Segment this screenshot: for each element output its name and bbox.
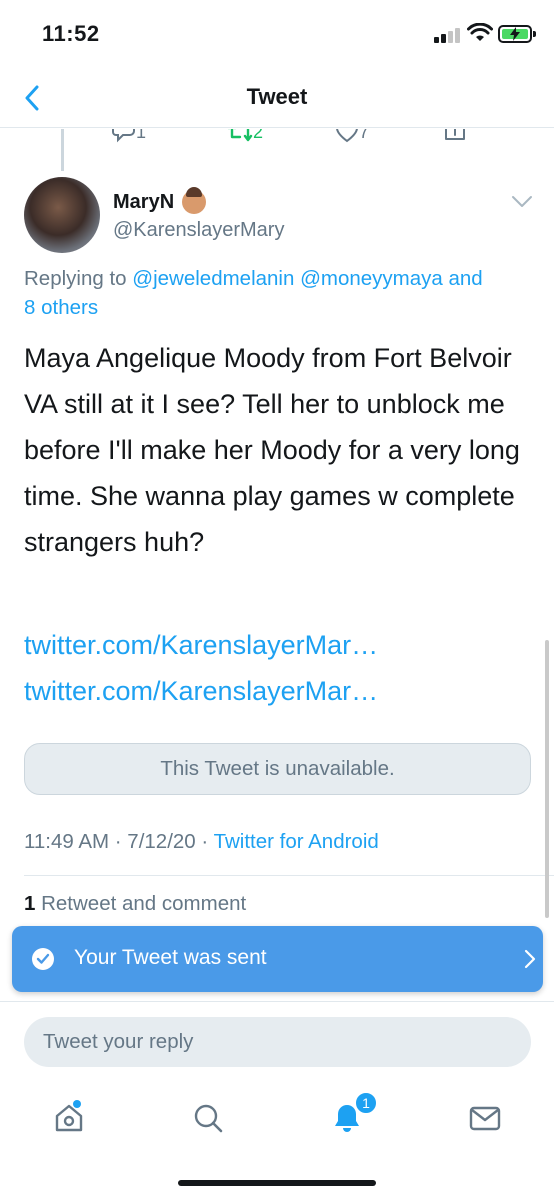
status-time: 11:52 [42,21,100,46]
battery-icon [498,25,536,43]
parent-retweet-button[interactable]: 2 [227,129,263,143]
user-handle[interactable]: @KarenslayerMary [113,219,284,242]
replying-to: Replying to @jeweledmelanin @moneyymaya … [24,264,534,322]
parent-reply-count: 1 [136,129,147,142]
home-icon [55,1104,83,1132]
home-new-dot [73,1100,81,1108]
parent-like-button[interactable]: 7 [335,129,369,143]
nav-bar: Tweet [0,70,554,128]
page-title: Tweet [246,84,308,109]
signal-icon [434,27,462,43]
tab-home[interactable] [44,1093,94,1143]
notifications-badge: 1 [354,1091,378,1115]
parent-like-count: 7 [359,129,370,142]
reply-icon [112,129,135,143]
retweet-icon [228,129,253,142]
chevron-right-icon [524,949,536,969]
emoji-face-icon [182,187,207,214]
tweet-source-link[interactable]: Twitter for Android [214,830,379,853]
replying-and[interactable]: and [443,267,483,290]
tweet-links: twitter.com/KarenslayerMar… twitter.com/… [24,622,534,714]
replying-others-link[interactable]: 8 others [24,296,98,319]
parent-tweet-actions: 1 2 7 [0,129,554,147]
reply-placeholder: Tweet your reply [43,1030,194,1053]
avatar[interactable] [24,177,100,253]
scrollbar[interactable] [545,640,549,918]
retweet-count: 1 [24,892,36,915]
tweet-sent-toast[interactable]: Your Tweet was sent [12,926,543,992]
search-icon [194,1104,223,1133]
reply-area: Tweet your reply [0,1001,554,1081]
tweet-meta: 11:49 AM · 7/12/20 · Twitter for Android [24,830,379,854]
home-indicator [178,1180,376,1186]
tweet-text: Maya Angelique Moody from Fort Belvoir V… [24,343,520,557]
divider [24,875,554,876]
retweet-label: Retweet and comment [35,892,247,915]
tweet-timestamp: 11:49 AM · 7/12/20 · [24,830,214,853]
tab-messages[interactable] [460,1093,510,1143]
like-icon [336,129,358,143]
toast-text: Your Tweet was sent [74,946,267,969]
parent-retweet-count: 2 [253,129,264,142]
display-name-text: MaryN [113,190,175,213]
parent-share-button[interactable] [443,129,467,143]
tweet-link[interactable]: twitter.com/KarenslayerMar… [24,668,534,714]
replying-users-link[interactable]: @jeweledmelanin @moneyymaya [132,267,443,290]
share-icon [445,129,465,140]
status-bar: 11:52 [0,0,554,70]
parent-reply-button[interactable]: 1 [112,129,146,143]
check-icon [32,948,54,970]
replying-prefix: Replying to [24,267,133,290]
reply-input[interactable]: Tweet your reply [24,1017,531,1067]
messages-icon [469,1106,501,1131]
quoted-tweet-unavailable: This Tweet is unavailable. [24,743,531,795]
tab-search[interactable] [183,1093,233,1143]
chevron-down-icon[interactable] [511,195,533,209]
tweet-link[interactable]: twitter.com/KarenslayerMar… [24,622,534,668]
user-display-name[interactable]: MaryN [113,187,207,214]
wifi-icon [467,23,493,41]
tweet-stats[interactable]: 1 Retweet and comment [24,892,246,916]
